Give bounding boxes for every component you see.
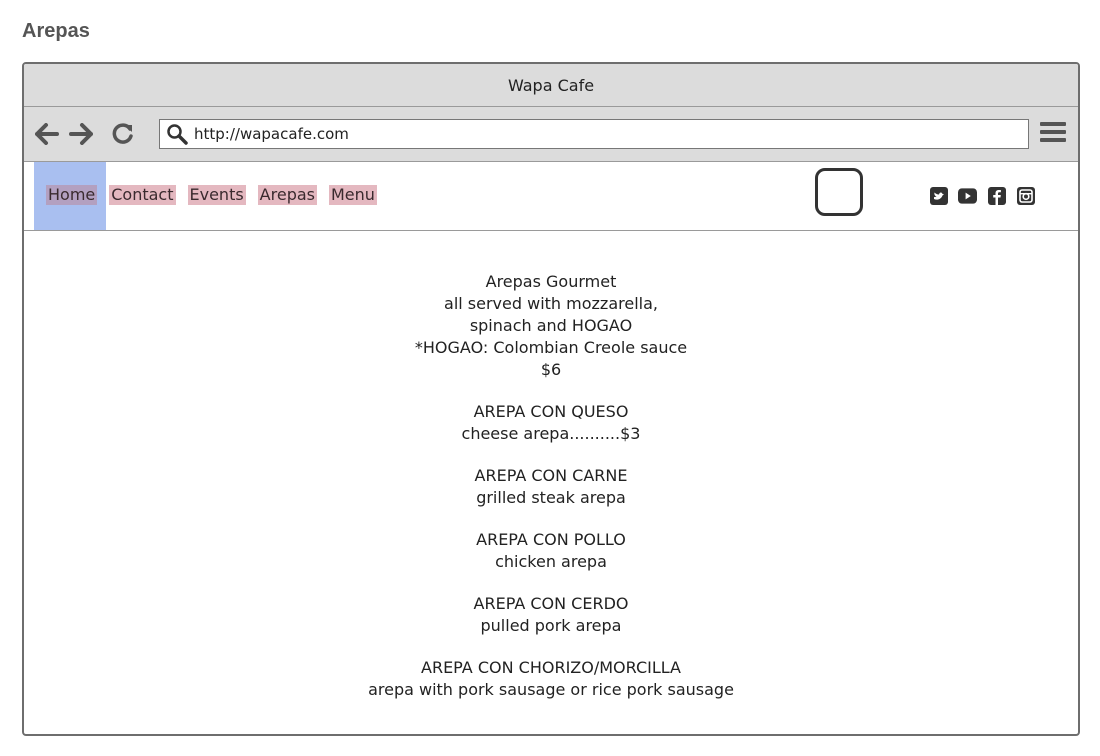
social-links [929,186,1035,205]
nav-links: Home Contact Events Arepas Menu [46,185,377,205]
menu-item: AREPA CON CHORIZO/MORCILLA arepa with po… [24,657,1078,701]
window-titlebar: Wapa Cafe [24,64,1078,107]
facebook-link[interactable] [987,186,1006,205]
intro-heading: Arepas Gourmet [485,272,617,291]
menu-item-name: AREPA CON CERDO [473,594,629,613]
browser-menu-button[interactable] [1040,122,1066,146]
search-icon [167,124,188,145]
facebook-icon [987,186,1006,205]
menu-item-name: AREPA CON CARNE [474,466,628,485]
arrow-left-icon [35,123,59,145]
intro-note: *HOGAO: Colombian Creole sauce [414,338,688,357]
back-button[interactable] [34,121,60,147]
menu-item-desc: cheese arepa..........$3 [461,424,641,443]
nav-item-home[interactable]: Home [46,185,98,205]
youtube-icon [958,187,977,204]
menu-item: AREPA CON CERDO pulled pork arepa [24,593,1078,637]
twitter-icon [929,186,948,205]
menu-item-desc: grilled steak arepa [476,488,626,507]
menu-item-desc: chicken arepa [495,552,607,571]
page-content: Arepas Gourmet all served with mozzarell… [24,231,1078,701]
menu-item-name: AREPA CON POLLO [476,530,626,549]
browser-window: Wapa Cafe http://wapacafe.com Home Conta… [22,62,1080,736]
page-title: Arepas [22,20,90,42]
intro-line: all served with mozzarella, [444,294,658,313]
hamburger-menu-icon [1040,122,1066,126]
menu-item-name: AREPA CON CHORIZO/MORCILLA [421,658,681,677]
intro-block: Arepas Gourmet all served with mozzarell… [24,271,1078,381]
menu-item: AREPA CON QUESO cheese arepa..........$3 [24,401,1078,445]
menu-item: AREPA CON CARNE grilled steak arepa [24,465,1078,509]
menu-item: AREPA CON POLLO chicken arepa [24,529,1078,573]
nav-item-events[interactable]: Events [187,185,246,205]
intro-line: spinach and HOGAO [469,316,633,335]
url-input[interactable] [194,125,994,143]
window-title: Wapa Cafe [507,75,595,95]
arrow-right-icon [69,123,93,145]
nav-item-arepas[interactable]: Arepas [257,185,317,205]
youtube-link[interactable] [958,186,977,205]
browser-toolbar [24,107,1078,162]
nav-item-contact[interactable]: Contact [109,185,176,205]
reload-button[interactable] [110,121,136,147]
instagram-link[interactable] [1016,186,1035,205]
nav-item-menu[interactable]: Menu [328,185,377,205]
menu-item-name: AREPA CON QUESO [473,402,629,421]
site-navigation: Home Contact Events Arepas Menu [24,162,1078,231]
intro-price: $6 [540,360,562,379]
twitter-link[interactable] [929,186,948,205]
forward-button[interactable] [68,121,94,147]
address-bar[interactable] [159,119,1029,149]
instagram-icon [1016,186,1035,205]
menu-item-desc: arepa with pork sausage or rice pork sau… [368,680,734,699]
menu-item-desc: pulled pork arepa [480,616,622,635]
logo-placeholder [815,168,863,216]
reload-icon [112,123,133,144]
